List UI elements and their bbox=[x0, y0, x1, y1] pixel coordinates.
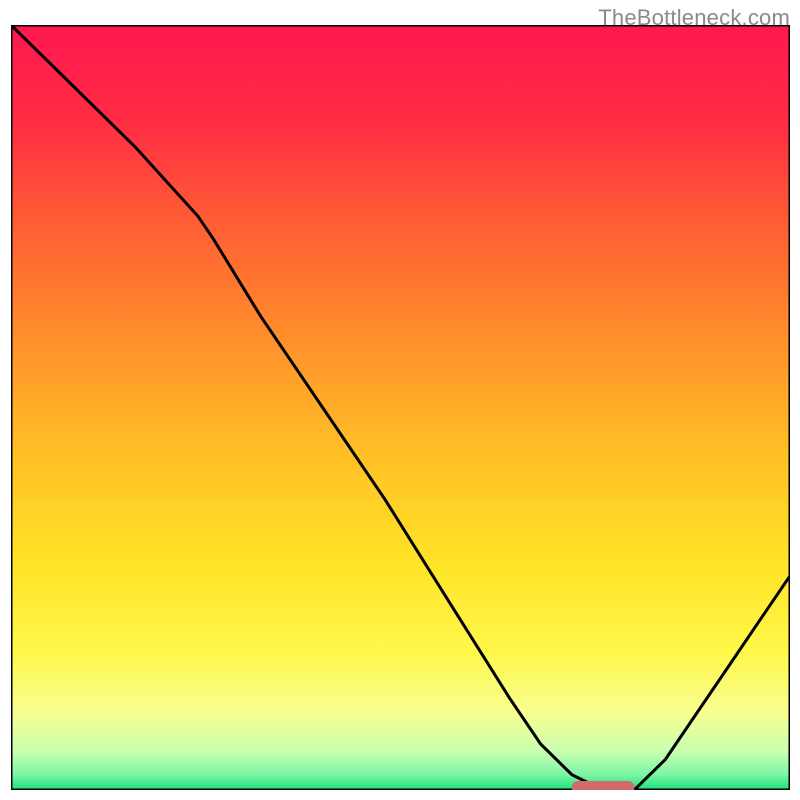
optimal-marker bbox=[572, 781, 634, 790]
chart-svg bbox=[11, 25, 790, 790]
bottleneck-chart bbox=[11, 25, 790, 790]
